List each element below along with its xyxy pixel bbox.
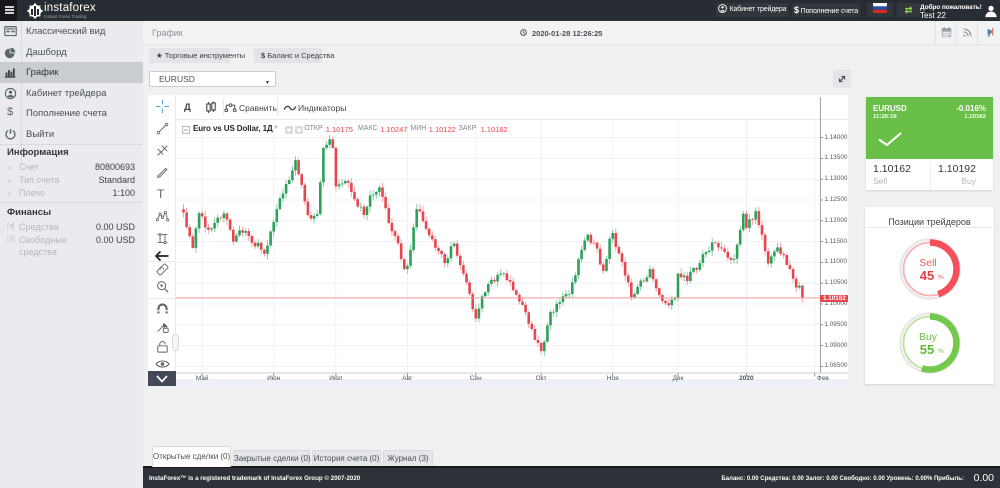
svg-text:%: % <box>938 274 944 281</box>
svg-text:55: 55 <box>920 342 934 357</box>
svg-text:45: 45 <box>920 268 934 283</box>
svg-text:%: % <box>938 348 944 355</box>
